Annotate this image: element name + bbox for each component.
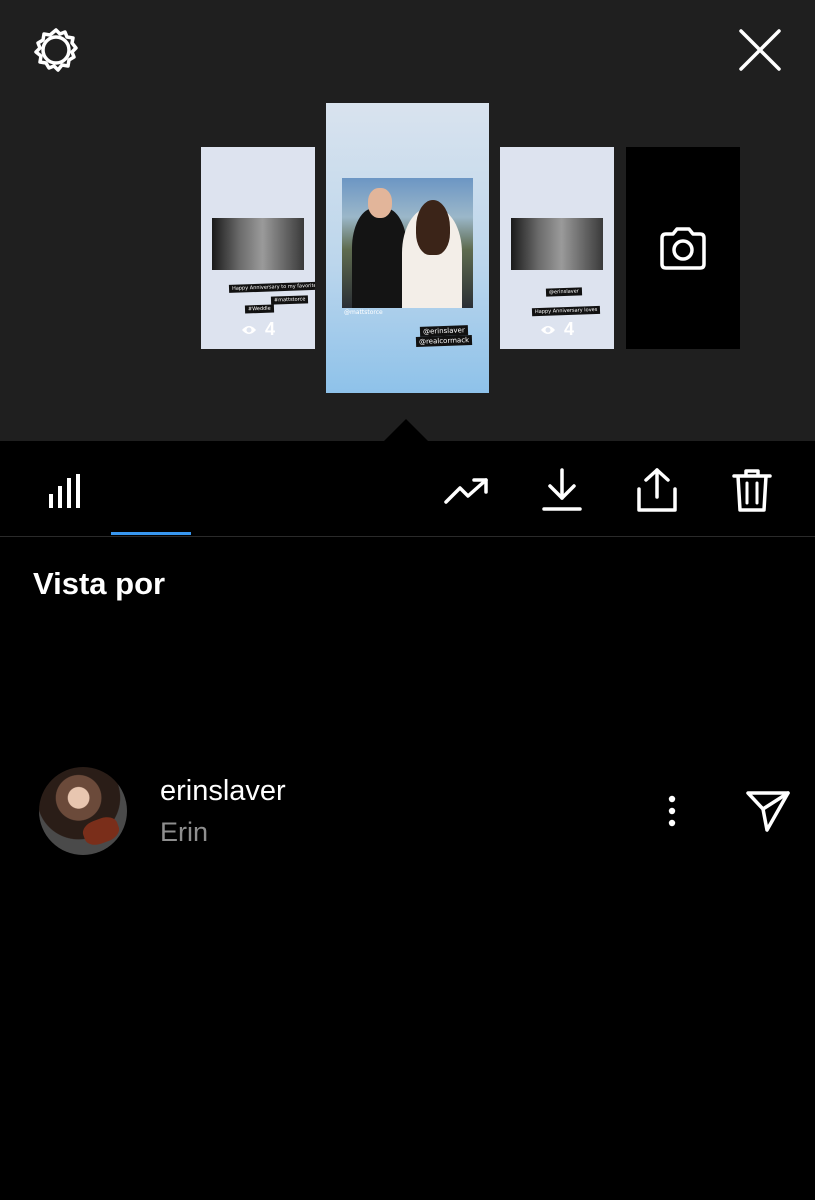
avatar[interactable] xyxy=(39,767,127,855)
story-sticker: #mattstorce xyxy=(270,295,309,305)
story-toolbar xyxy=(0,441,815,537)
story-sticker: @erinslaver xyxy=(545,287,582,297)
story-sticker: @realcormack xyxy=(415,335,473,347)
story-thumbnail[interactable]: @erinslaver Happy Anniversary loves 4 xyxy=(500,147,614,349)
active-story-pointer xyxy=(384,419,428,441)
insights-button[interactable] xyxy=(443,469,491,513)
close-button[interactable] xyxy=(732,22,788,78)
more-options-button[interactable] xyxy=(652,787,692,835)
camera-icon xyxy=(660,227,706,270)
gear-icon xyxy=(34,28,78,72)
section-title: Vista por xyxy=(33,566,166,601)
eye-icon xyxy=(242,325,256,334)
viewer-row[interactable]: erinslaver Erin xyxy=(0,765,815,857)
story-sticker: Happy Anniversary loves xyxy=(531,305,601,317)
download-icon xyxy=(542,468,582,511)
story-thumbnail[interactable]: Happy Anniversary to my favorite partner… xyxy=(201,147,315,349)
story-carousel: Happy Anniversary to my favorite partner… xyxy=(0,0,815,441)
viewer-name: Erin xyxy=(160,817,209,847)
send-message-button[interactable] xyxy=(742,785,794,837)
trash-icon xyxy=(732,469,772,512)
download-button[interactable] xyxy=(539,465,585,515)
share-icon xyxy=(637,468,677,512)
send-icon xyxy=(746,791,790,832)
share-button[interactable] xyxy=(634,465,680,515)
tab-indicator xyxy=(111,532,191,535)
tab-stats[interactable] xyxy=(40,469,88,513)
story-caption: @mattstorce xyxy=(344,309,383,316)
wedding-photo xyxy=(342,178,473,308)
story-photo xyxy=(511,218,603,270)
view-count-number: 4 xyxy=(265,319,276,339)
story-photo xyxy=(212,218,304,270)
trending-up-icon xyxy=(444,478,488,504)
delete-button[interactable] xyxy=(729,465,775,515)
more-vertical-icon xyxy=(668,795,676,827)
bar-chart-icon xyxy=(49,474,80,508)
view-count: 4 xyxy=(241,319,275,340)
close-icon xyxy=(739,29,781,71)
view-count-number: 4 xyxy=(564,319,575,339)
view-count: 4 xyxy=(540,319,574,340)
viewer-username[interactable]: erinslaver xyxy=(160,775,286,808)
settings-button[interactable] xyxy=(28,22,84,78)
story-sticker: #Weddle xyxy=(244,304,274,314)
eye-icon xyxy=(541,325,555,334)
story-sticker: Happy Anniversary to my favorite partner xyxy=(228,281,315,293)
story-thumbnail-active[interactable]: @mattstorce @erinslaver @realcormack xyxy=(326,103,489,393)
add-story-button[interactable] xyxy=(626,147,740,349)
